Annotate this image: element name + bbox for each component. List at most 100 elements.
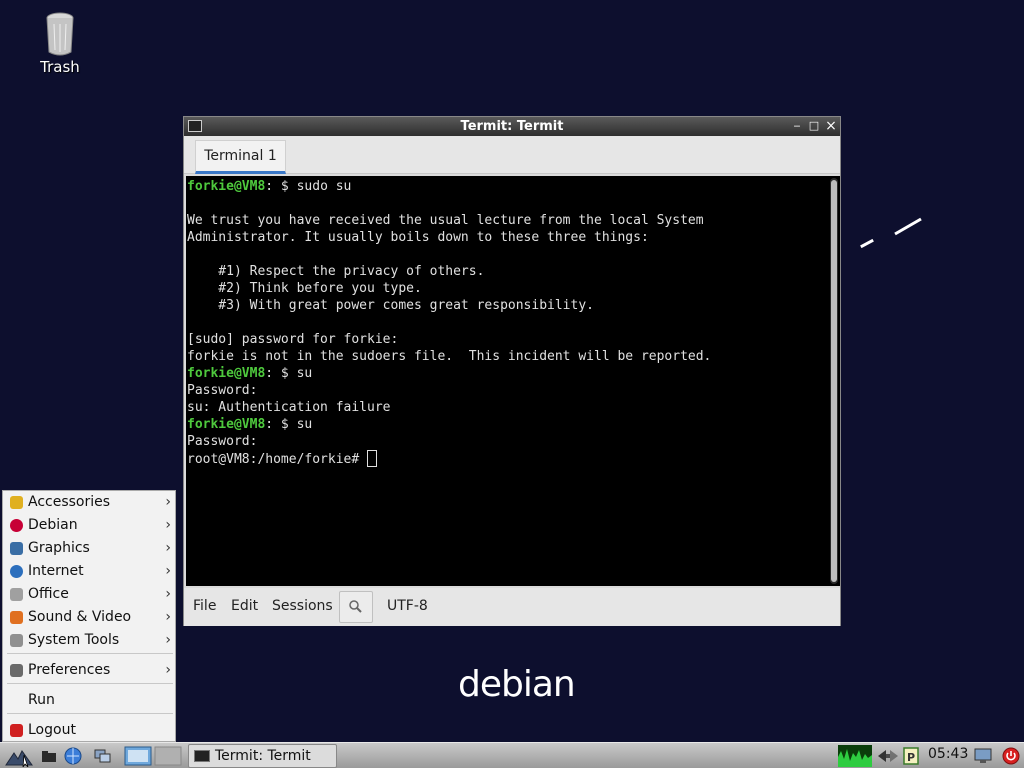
terminal-line: Password: — [187, 383, 257, 398]
terminal-output[interactable]: forkie@VM8: $ sudo su We trust you have … — [186, 176, 840, 586]
system-tools-icon — [10, 634, 23, 647]
cpu-graph-icon — [838, 749, 872, 767]
terminal-line-text: We trust you have received the usual lec… — [187, 213, 704, 228]
start-menu-item-label: Graphics — [28, 540, 90, 556]
start-menu: Accessories › Debian › Graphics › Internet › Off… — [2, 490, 176, 742]
sound-video-icon — [10, 611, 23, 624]
terminal-line-text: : $ su — [265, 417, 313, 432]
maximize-button[interactable]: □ — [807, 118, 821, 134]
terminal-line-text: [sudo] password for forkie: — [187, 332, 399, 347]
close-button[interactable]: × — [824, 118, 838, 134]
terminal-icon — [194, 750, 210, 762]
terminal-line-text: Administrator. It usually boils down to … — [187, 230, 649, 245]
start-menu-item-sound-video[interactable]: Sound & Video › — [3, 606, 175, 629]
graphics-icon — [10, 542, 23, 555]
start-menu-item-logout[interactable]: Logout — [3, 719, 175, 742]
menu-separator — [7, 713, 173, 714]
terminal-line-text: #3) With great power comes great respons… — [187, 298, 594, 313]
window-titlebar[interactable]: Termit: Termit ‒ □ × — [184, 117, 840, 136]
menu-file[interactable]: File — [193, 598, 216, 614]
encoding-label[interactable]: UTF-8 — [387, 598, 428, 614]
display-monitor-icon[interactable] — [974, 747, 992, 765]
taskbar: Termit: Termit P 05:43 — [0, 742, 1024, 768]
chevron-right-icon: › — [165, 494, 171, 510]
start-menu-item-system-tools[interactable]: System Tools › — [3, 629, 175, 652]
scrollbar-thumb[interactable] — [831, 180, 837, 582]
browser-globe-icon[interactable] — [64, 747, 82, 765]
terminal-line-text: Password: — [187, 434, 258, 449]
folder-icon[interactable] — [40, 747, 58, 765]
menu-sessions[interactable]: Sessions — [272, 598, 333, 614]
chevron-right-icon: › — [165, 662, 171, 678]
chevron-right-icon: › — [165, 586, 171, 602]
debian-wallpaper-logo: debian — [458, 664, 576, 705]
preferences-icon — [10, 664, 23, 677]
tab-bar: Terminal 1 — [184, 136, 840, 174]
start-menu-item-label: Sound & Video — [28, 609, 132, 625]
terminal-line: forkie@VM8: $ su — [187, 366, 312, 381]
terminal-line: #2) Think before you type. — [187, 281, 422, 296]
start-menu-item-accessories[interactable]: Accessories › — [3, 491, 175, 514]
terminal-line-text: forkie is not in the sudoers file. This … — [187, 349, 712, 364]
search-button[interactable] — [339, 591, 373, 623]
start-menu-item-label: Run — [28, 692, 55, 708]
svg-text:P: P — [907, 751, 915, 764]
menu-separator — [7, 683, 173, 684]
logout-icon — [10, 724, 23, 737]
terminal-line-text: su: Authentication failure — [187, 400, 391, 415]
terminal-line: Administrator. It usually boils down to … — [187, 230, 649, 245]
taskbar-termit-button[interactable]: Termit: Termit — [188, 744, 337, 768]
terminal-line: forkie@VM8: $ su — [187, 417, 312, 432]
trash-label: Trash — [40, 58, 80, 76]
debian-swirl-icon — [10, 519, 23, 532]
chevron-right-icon: › — [165, 540, 171, 556]
terminal-line: Password: — [187, 434, 257, 449]
start-menu-icon[interactable] — [4, 745, 34, 767]
terminal-line: forkie is not in the sudoers file. This … — [187, 349, 711, 364]
terminal-line: [sudo] password for forkie: — [187, 332, 398, 347]
start-menu-item-label: Preferences — [28, 662, 111, 678]
desktop-streak — [860, 238, 874, 249]
start-menu-item-office[interactable]: Office › — [3, 583, 175, 606]
network-arrows-icon[interactable] — [876, 747, 900, 765]
prompt-user-host: forkie@VM8 — [187, 366, 266, 381]
terminal-menubar: File Edit Sessions UTF-8 — [184, 588, 840, 626]
start-menu-item-graphics[interactable]: Graphics › — [3, 537, 175, 560]
prompt-user-host: forkie@VM8 — [187, 417, 266, 432]
prompt-user-host: forkie@VM8 — [187, 179, 266, 194]
globe-icon — [10, 565, 23, 578]
clipboard-icon[interactable]: P — [902, 747, 920, 765]
windows-icon[interactable] — [94, 747, 112, 765]
terminal-scrollbar[interactable] — [830, 178, 838, 584]
search-icon — [349, 600, 362, 613]
start-menu-item-debian[interactable]: Debian › — [3, 514, 175, 537]
cpu-monitor[interactable] — [838, 745, 872, 767]
start-menu-item-label: System Tools — [28, 632, 120, 648]
terminal-line-text: : $ sudo su — [265, 179, 352, 194]
power-icon[interactable] — [1002, 747, 1020, 765]
terminal-text: forkie@VM8: $ sudo su We trust you have … — [186, 176, 840, 468]
terminal-window[interactable]: Termit: Termit ‒ □ × Terminal 1 forkie@V… — [183, 116, 841, 626]
start-menu-item-label: Internet — [28, 563, 84, 579]
start-menu-item-internet[interactable]: Internet › — [3, 560, 175, 583]
trash-desktop-icon[interactable]: Trash — [34, 12, 86, 76]
menu-edit[interactable]: Edit — [231, 598, 258, 614]
chevron-right-icon: › — [165, 563, 171, 579]
terminal-line-text: Password: — [187, 383, 258, 398]
minimize-button[interactable]: ‒ — [790, 118, 804, 134]
clock[interactable]: 05:43 — [928, 746, 968, 762]
start-menu-item-preferences[interactable]: Preferences › — [3, 659, 175, 682]
accessories-icon — [10, 496, 23, 509]
tab-terminal-1[interactable]: Terminal 1 — [195, 140, 286, 174]
menu-separator — [7, 653, 173, 654]
start-menu-item-run[interactable]: Run — [3, 689, 175, 712]
terminal-line: #3) With great power comes great respons… — [187, 298, 594, 313]
chevron-right-icon: › — [165, 609, 171, 625]
office-icon — [10, 588, 23, 601]
start-menu-item-label: Debian — [28, 517, 78, 533]
window-title: Termit: Termit — [460, 119, 564, 134]
desktop-1-icon[interactable] — [124, 746, 152, 766]
terminal-line: root@VM8:/home/forkie# — [187, 450, 378, 467]
desktop-2-icon[interactable] — [154, 746, 182, 766]
start-menu-item-label: Office — [28, 586, 69, 602]
